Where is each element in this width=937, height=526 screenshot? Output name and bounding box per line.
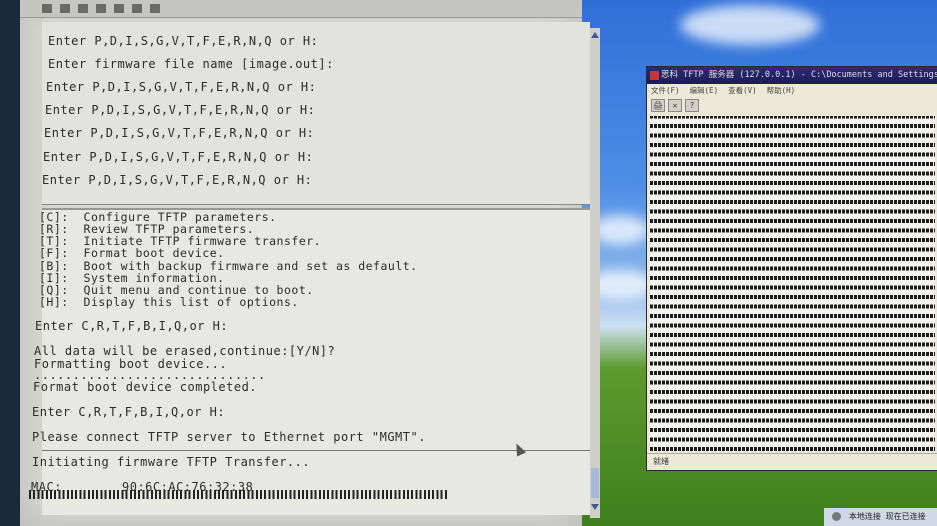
scroll-thumb[interactable] (591, 468, 599, 498)
transfer-progress-hashes (29, 490, 449, 499)
status-bar: 就绪 (647, 453, 937, 469)
transfer-status: Initiating firmware TFTP Transfer... (32, 455, 311, 469)
properties-icon[interactable] (150, 4, 160, 13)
terminal-output: [C]: Configure TFTP parameters. [R]: Rev… (32, 208, 590, 450)
menu-option-f: [F]: Format boot device. (39, 246, 225, 260)
taskbar-notification: 本地连接 现在已连接 (824, 508, 937, 526)
menu-help[interactable]: 帮助(H) (767, 84, 796, 97)
window-title-text: 思科 TFTP 服务器 (127.0.0.1) - C:\Documents a… (661, 70, 937, 80)
scroll-up-icon[interactable] (591, 32, 599, 38)
terminal-line: Enter P,D,I,S,G,V,T,F,E,R,N,Q or H: (45, 103, 316, 117)
terminal-line: Enter P,D,I,S,G,V,T,F,E,R,N,Q or H: (48, 34, 319, 48)
command-prompt: Enter C,R,T,F,B,I,Q,or H: (35, 319, 229, 333)
tftp-transfer-log (650, 116, 935, 451)
terminal-line: Enter firmware file name [image.out]: (48, 57, 334, 71)
tftp-server-window: 思科 TFTP 服务器 (127.0.0.1) - C:\Documents a… (646, 66, 937, 471)
terminal-scrollbar[interactable] (590, 28, 600, 518)
receive-icon[interactable] (132, 4, 142, 13)
open-icon[interactable] (60, 4, 70, 13)
network-icon[interactable] (832, 512, 841, 521)
terminal-scrollback: Enter P,D,I,S,G,V,T,F,E,R,N,Q or H: Ente… (42, 22, 590, 205)
tftp-toolbar: 🖨 ✕ ? (647, 97, 937, 114)
printer-icon[interactable]: 🖨 (651, 99, 665, 112)
window-title[interactable]: 思科 TFTP 服务器 (127.0.0.1) - C:\Documents a… (647, 67, 937, 84)
terminal-line: Enter P,D,I,S,G,V,T,F,E,R,N,Q or H: (43, 150, 314, 164)
terminal-line: Enter P,D,I,S,G,V,T,F,E,R,N,Q or H: (44, 126, 315, 140)
network-status-text: 本地连接 现在已连接 (848, 512, 926, 521)
clear-icon[interactable]: ✕ (668, 99, 682, 112)
menu-option-h: [H]: Display this list of options. (39, 295, 299, 309)
erase-warning: All data will be erased,continue:[Y/N]? (34, 344, 336, 358)
format-complete: Format boot device completed. (33, 380, 258, 394)
terminal-line: Enter P,D,I,S,G,V,T,F,E,R,N,Q or H: (42, 173, 313, 187)
disconnect-icon[interactable] (96, 4, 106, 13)
tftp-app-icon (650, 71, 659, 80)
send-icon[interactable] (114, 4, 124, 13)
terminal-window: Enter P,D,I,S,G,V,T,F,E,R,N,Q or H: Ente… (20, 0, 600, 526)
command-prompt: Enter C,R,T,F,B,I,Q,or H: (32, 405, 226, 419)
new-icon[interactable] (42, 4, 52, 13)
menu-bar: 文件(F) 编辑(E) 查看(V) 帮助(H) (647, 84, 937, 97)
help-icon[interactable]: ? (685, 99, 699, 112)
terminal-toolbar (20, 0, 582, 18)
connect-icon[interactable] (78, 4, 88, 13)
menu-edit[interactable]: 编辑(E) (690, 84, 719, 97)
menu-view[interactable]: 查看(V) (728, 84, 757, 97)
scroll-down-icon[interactable] (591, 504, 599, 510)
terminal-line: Enter P,D,I,S,G,V,T,F,E,R,N,Q or H: (46, 80, 317, 94)
connect-instruction: Please connect TFTP server to Ethernet p… (32, 430, 426, 444)
menu-file[interactable]: 文件(F) (651, 84, 680, 97)
terminal-input-area[interactable]: Initiating firmware TFTP Transfer... MAC… (31, 450, 590, 515)
